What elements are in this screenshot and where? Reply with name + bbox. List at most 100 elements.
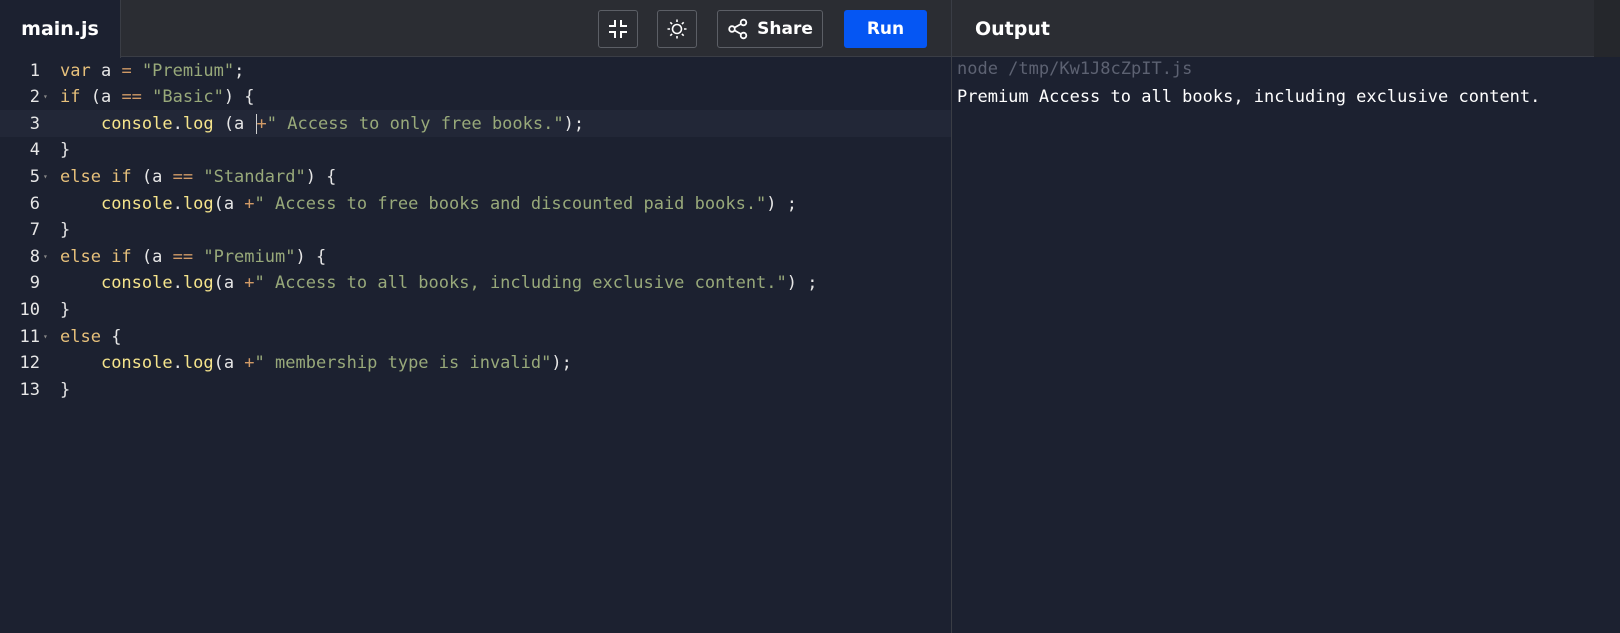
code-token: log <box>182 353 214 374</box>
code-token: + <box>244 193 255 214</box>
code-token: ; <box>234 60 245 81</box>
theme-toggle-button[interactable] <box>657 10 697 48</box>
code-token: = <box>121 60 132 81</box>
code-line[interactable]: 9 console.log(a +" Access to all books, … <box>0 270 951 297</box>
code-token: ); <box>563 113 585 134</box>
code-token: " Access to only free books." <box>266 113 564 134</box>
code-token: else <box>60 326 101 347</box>
code-token: ) ; <box>786 273 818 294</box>
code-token: + <box>244 273 255 294</box>
code-token: log <box>182 113 214 134</box>
code-token: == <box>172 166 194 187</box>
output-title: Output <box>975 17 1050 40</box>
code-token: if <box>60 87 81 108</box>
code-line[interactable]: 8 ▾ else if (a == "Premium") { <box>0 243 951 270</box>
code-token: a <box>90 60 122 81</box>
line-number: 6 <box>29 193 40 214</box>
code-token: console <box>100 113 173 134</box>
share-label: Share <box>757 19 813 39</box>
fold-arrow-icon[interactable]: ▾ <box>43 252 51 261</box>
output-line: Premium Access to all books, including e… <box>957 87 1541 107</box>
code-token: (a <box>213 273 245 294</box>
line-number: 1 <box>29 60 40 81</box>
share-button[interactable]: Share <box>717 10 823 48</box>
code-token: ) ; <box>766 193 798 214</box>
code-token: . <box>172 193 183 214</box>
code-token: var <box>60 60 91 81</box>
scrollbar[interactable] <box>1594 0 1620 57</box>
code-line[interactable]: 2 ▾ if (a == "Basic") { <box>0 84 951 111</box>
fold-arrow-icon[interactable]: ▾ <box>43 93 51 101</box>
code-token: log <box>182 273 214 294</box>
code-token: ) { <box>305 166 337 187</box>
code-token: (a <box>131 166 173 187</box>
code-line[interactable]: 13} <box>0 376 951 403</box>
code-token: + <box>256 113 267 134</box>
share-icon <box>728 18 748 40</box>
code-token: ) { <box>223 87 255 108</box>
code-line[interactable]: 11 ▾ else { <box>0 323 951 350</box>
line-number: 10 <box>19 299 40 320</box>
code-text: } <box>60 140 70 160</box>
code-line[interactable]: 6 console.log(a +" Access to free books … <box>0 190 951 217</box>
code-text: console.log(a +" Access to free books an… <box>60 194 797 214</box>
code-line[interactable]: 10} <box>0 296 951 323</box>
code-text: console.log(a +" membership type is inva… <box>60 353 572 373</box>
code-text: else if (a == "Premium") { <box>60 247 326 267</box>
code-line[interactable]: 1 var a = "Premium"; <box>0 57 951 84</box>
code-token: log <box>182 193 214 214</box>
top-toolbar: main.js Share Run Output <box>0 0 1620 58</box>
code-text: } <box>60 300 70 320</box>
code-text: console.log(a +" Access to all books, in… <box>60 273 818 294</box>
code-token: "Standard" <box>203 166 306 187</box>
sun-icon <box>667 19 687 39</box>
line-number: 12 <box>19 353 40 374</box>
code-token: . <box>172 353 183 374</box>
output-panel: node /tmp/Kw1J8cZpIT.js Premium Access t… <box>952 57 1620 633</box>
code-token: ) { <box>295 246 327 267</box>
code-editor[interactable]: 1 var a = "Premium"; 2 ▾ if (a == "Basic") {… <box>0 57 951 633</box>
line-number: 4 <box>29 140 40 161</box>
code-token: "Premium" <box>203 246 296 267</box>
line-number: 3 <box>29 113 40 134</box>
code-token: console <box>100 193 173 214</box>
code-token: } <box>60 140 71 161</box>
code-line[interactable]: 5 ▾ else if (a == "Standard") { <box>0 163 951 190</box>
code-text: console.log (a +" Access to only free bo… <box>60 113 585 134</box>
code-line[interactable]: 4} <box>0 137 951 164</box>
run-button[interactable]: Run <box>844 10 927 48</box>
code-token: "Basic" <box>152 87 224 108</box>
code-token: (a <box>213 193 245 214</box>
code-text: var a = "Premium"; <box>60 61 244 81</box>
collapse-button[interactable] <box>598 10 638 48</box>
code-token: } <box>60 220 71 241</box>
code-line[interactable]: 12 console.log(a +" membership type is i… <box>0 350 951 377</box>
code-line[interactable]: 7} <box>0 217 951 244</box>
line-number: 13 <box>19 379 40 400</box>
code-token: } <box>60 379 71 400</box>
code-token: " Access to free books and discounted pa… <box>254 193 767 214</box>
code-token: console <box>100 353 173 374</box>
code-text: if (a == "Basic") { <box>60 87 255 107</box>
fold-arrow-icon[interactable]: ▾ <box>43 172 51 181</box>
line-number: 11 <box>19 326 40 347</box>
code-token: " Access to all books, including exclusi… <box>254 273 787 294</box>
code-token: ); <box>551 353 572 374</box>
line-number: 2 <box>29 87 40 108</box>
code-token: (a <box>131 246 173 267</box>
line-number: 8 <box>29 246 40 267</box>
fold-arrow-icon[interactable]: ▾ <box>43 332 51 341</box>
tab-main-js[interactable]: main.js <box>0 0 121 58</box>
code-token: == <box>172 246 194 267</box>
code-token: } <box>60 299 71 320</box>
code-text: } <box>60 220 70 240</box>
code-token: " membership type is invalid" <box>254 353 552 374</box>
code-token: . <box>172 113 183 134</box>
code-line[interactable]: 3 console.log (a +" Access to only free … <box>0 110 951 138</box>
output-command: node /tmp/Kw1J8cZpIT.js <box>957 59 1193 79</box>
